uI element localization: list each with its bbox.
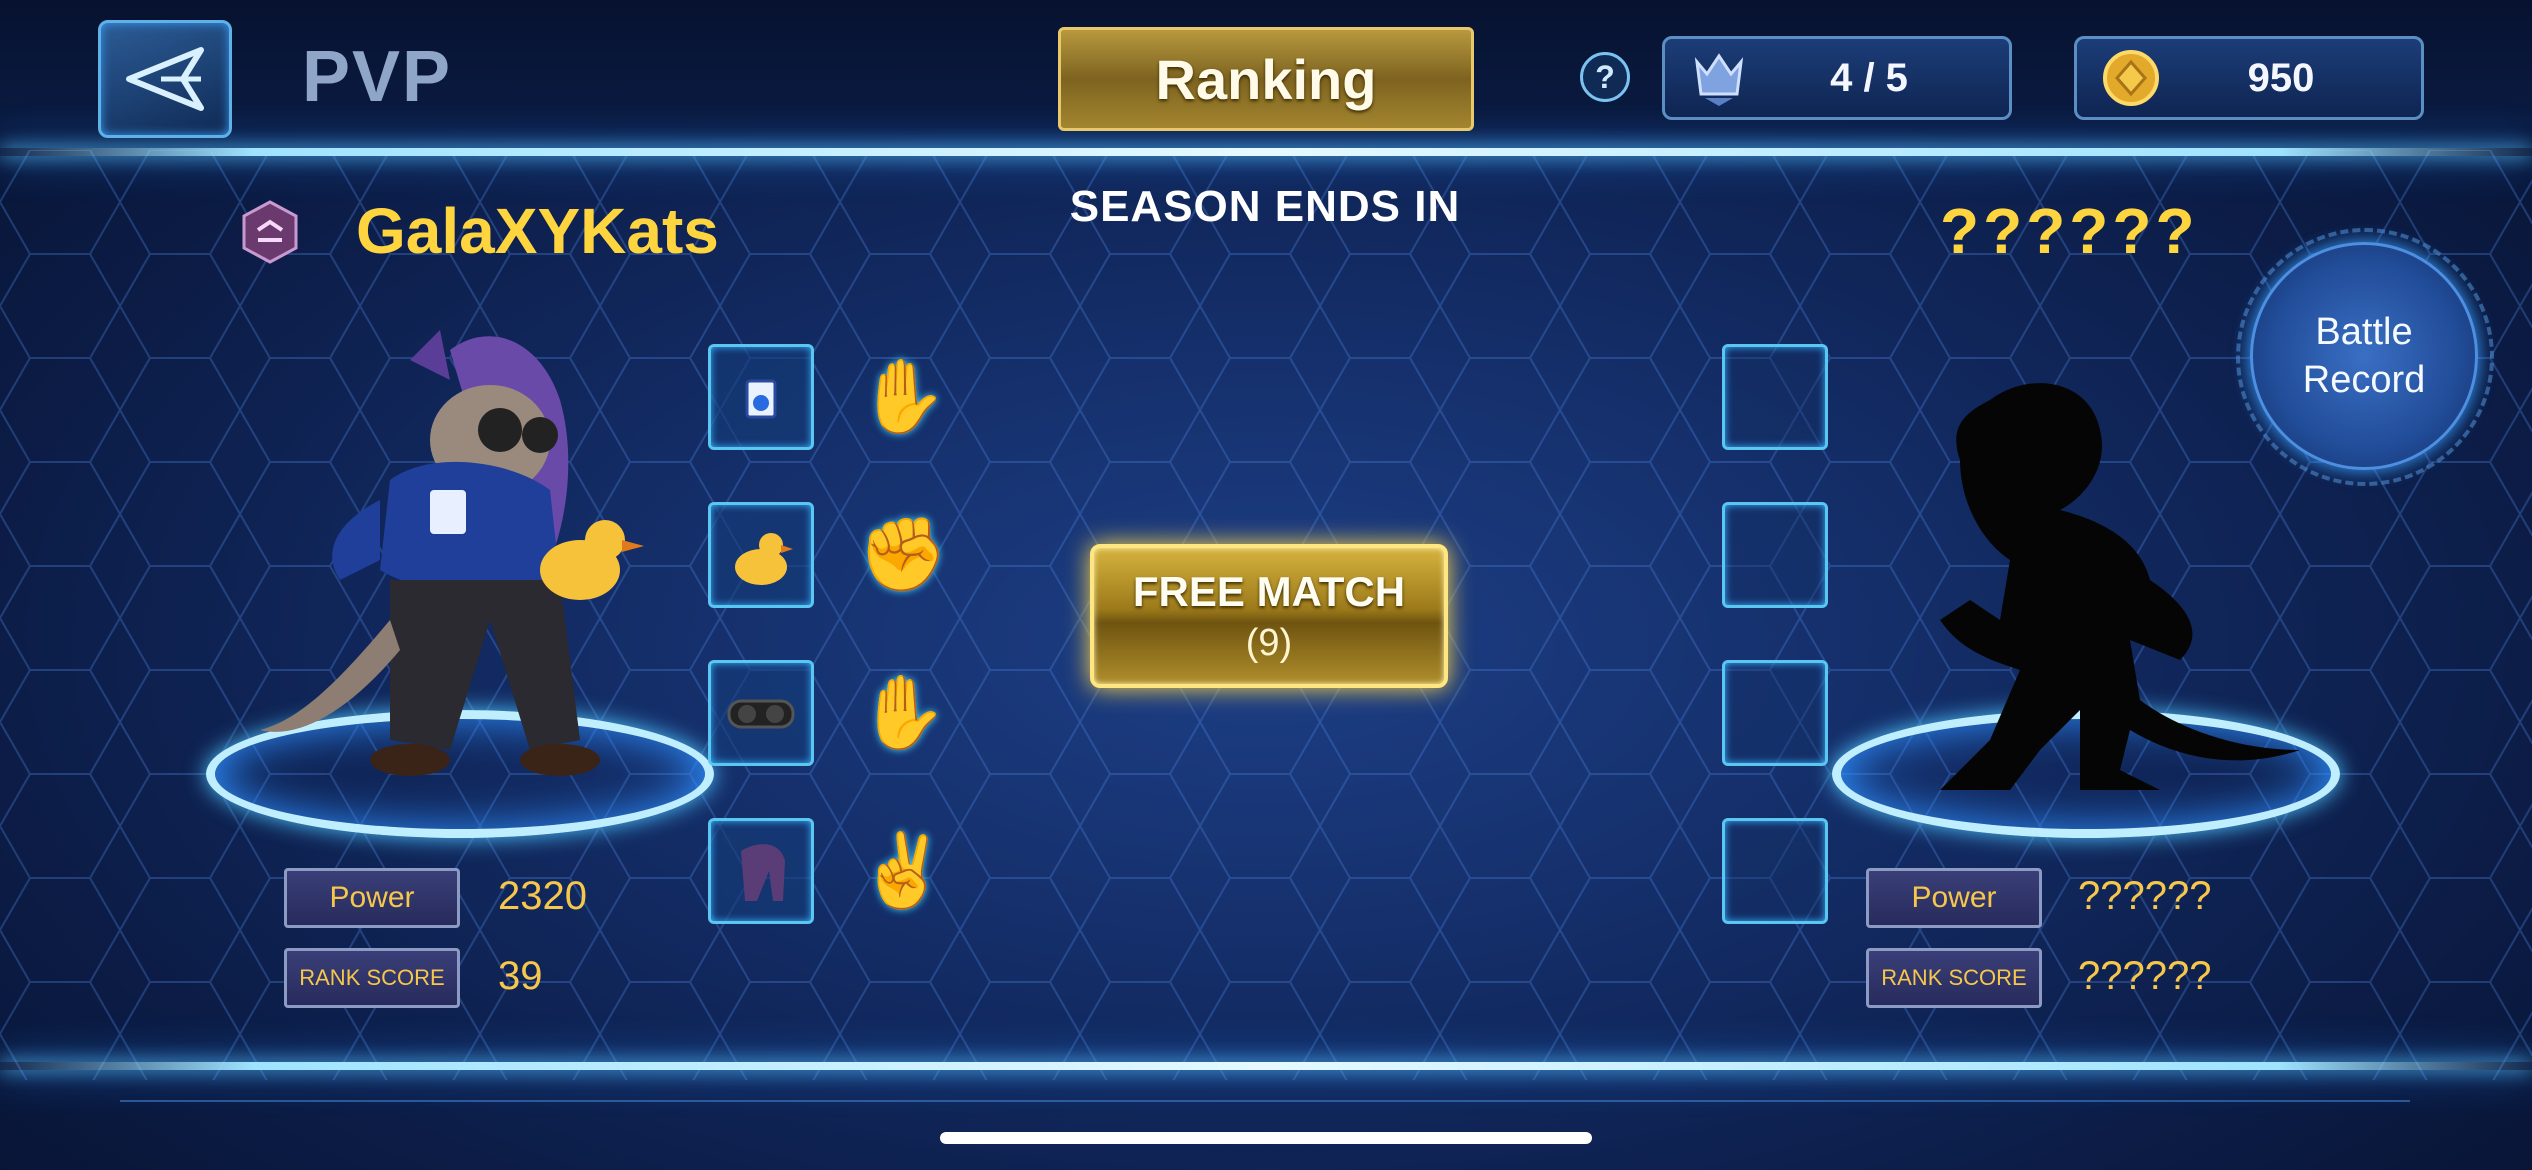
player-character [260,330,644,776]
opponent-item-slot-4 [1722,818,1828,924]
peace-hand-icon: ✌ [858,831,948,911]
player-item-slot-3[interactable] [708,660,814,766]
player-item-slot-2[interactable] [708,502,814,608]
season-countdown-label: SEASON ENDS IN [1069,182,1461,231]
goggles-item-icon [727,699,795,729]
coin-counter: 950 [2074,36,2424,120]
ticket-counter: 4 / 5 [1662,36,2012,120]
player-rank-label: RANK SCORE [284,948,460,1008]
player-item-slot-4[interactable] [708,818,814,924]
badge-item-icon [745,379,777,419]
opponent-silhouette [1940,383,2300,790]
free-match-label: FREE MATCH [1132,567,1406,615]
free-match-button[interactable]: FREE MATCH (9) [1090,544,1448,688]
opponent-item-slot-1 [1722,344,1828,450]
player-power-label: Power [284,868,460,928]
player-item-slot-1[interactable] [708,344,814,450]
coin-count: 950 [2247,55,2315,100]
gold-coin-icon [2103,50,2159,106]
ranking-button[interactable]: Ranking [1058,27,1474,131]
battle-record-line2: Record [2302,359,2426,401]
home-indicator[interactable] [940,1132,1592,1144]
battle-record-line1: Battle [2315,311,2413,353]
back-arrow-icon [126,47,204,111]
rank-emblem-icon [242,200,298,264]
open-hand-icon: ✋ [858,673,948,753]
page-title: PVP [302,37,453,117]
opponent-rank-value: ?????? [2078,954,2212,998]
player-power-value: 2320 [498,874,587,918]
fist-icon: ✊ [858,515,948,595]
player-name: GalaXYKats [356,195,719,267]
bottom-glow-rail [0,1062,2532,1070]
free-match-count: (9) [1245,621,1293,664]
opponent-item-slot-2 [1722,502,1828,608]
opponent-name: ?????? [1940,195,2199,267]
divider-line [120,1100,2410,1102]
opponent-item-slot-3 [1722,660,1828,766]
crown-ticket-icon [1694,53,1744,106]
opponent-power-label: Power [1866,868,2042,928]
opponent-power-value: ?????? [2078,874,2212,918]
open-hand-icon: ✋ [858,357,948,437]
top-glow-rail [0,148,2532,156]
rubber-duck-item-icon [735,533,793,585]
help-button[interactable]: ? [1580,52,1630,102]
hair-item-icon [741,844,785,901]
opponent-rank-label: RANK SCORE [1866,948,2042,1008]
ticket-count: 4 / 5 [1830,55,1908,100]
player-rank-value: 39 [498,954,543,998]
back-button[interactable] [98,20,232,138]
